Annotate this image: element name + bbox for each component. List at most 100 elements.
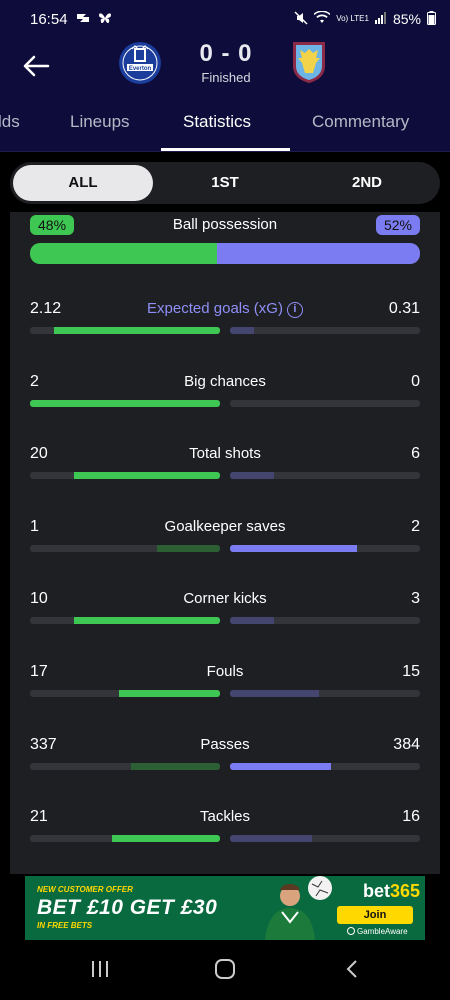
- period-second-half[interactable]: 2ND: [297, 165, 437, 201]
- network-type: Vo) LTE1: [336, 14, 369, 23]
- match-header: Everton 0 - 0 Finished: [0, 38, 450, 100]
- stats-panel: 48% Ball possession 52% 2.12 Expected goa…: [10, 212, 440, 874]
- ad-brand-logo: bet365: [363, 881, 420, 902]
- stat-bar-home: [30, 835, 220, 842]
- ad-brand-text: bet: [363, 881, 390, 901]
- stat-bar-home-fill: [119, 690, 220, 697]
- stat-bar-away-fill: [230, 545, 357, 552]
- stat-label: Tackles: [30, 808, 420, 825]
- tab-lineups[interactable]: Lineups: [70, 112, 130, 132]
- stat-bar-home: [30, 763, 220, 770]
- stat-row: 1 Goalkeeper saves 2: [30, 518, 420, 558]
- stat-label-text: Expected goals (xG): [147, 300, 283, 317]
- stat-away-value: 0.31: [388, 300, 420, 317]
- status-time: 16:54: [30, 10, 68, 28]
- stat-bar-home-fill: [156, 545, 220, 552]
- stat-label: Corner kicks: [30, 590, 420, 607]
- stat-away-value: 0: [411, 373, 420, 390]
- stat-bar-home: [30, 472, 220, 479]
- back-nav-button[interactable]: [332, 954, 372, 984]
- away-team-crest[interactable]: [289, 40, 333, 86]
- possession-bar-home: [30, 243, 218, 264]
- stat-bar-away-fill: [230, 763, 332, 770]
- battery-level: 85%: [392, 11, 421, 27]
- stat-away-value: 6: [411, 445, 420, 462]
- stat-bar-away-fill: [230, 835, 313, 842]
- home-button[interactable]: [205, 954, 245, 984]
- stat-bar-away: [230, 835, 420, 842]
- stat-bar-home: [30, 400, 220, 407]
- stat-row: 2.12 Expected goals (xG) i 0.31: [30, 300, 420, 340]
- stat-away-value: 2: [411, 518, 420, 535]
- butterfly-icon: [98, 12, 112, 27]
- stat-bar-home-fill: [112, 835, 220, 842]
- stat-label: Total shots: [30, 445, 420, 462]
- period-all[interactable]: ALL: [13, 165, 153, 201]
- stat-bar-home-fill: [131, 763, 220, 770]
- possession-row: 48% Ball possession 52%: [30, 214, 420, 236]
- stat-label-text: Goalkeeper saves: [164, 518, 286, 535]
- stat-row: 20 Total shots 6: [30, 445, 420, 485]
- stat-row: 337 Passes 384: [30, 736, 420, 776]
- ad-subline: IN FREE BETS: [37, 921, 93, 930]
- possession-away: 52%: [375, 215, 420, 235]
- stat-label: Passes: [30, 736, 420, 753]
- statistics-section: ALL 1ST 2ND 48% Ball possession 52% 2.12…: [0, 152, 450, 874]
- possession-bar-away: [217, 243, 420, 264]
- home-team-crest[interactable]: Everton: [118, 40, 162, 86]
- stat-bar-home: [30, 617, 220, 624]
- mute-icon: [294, 10, 308, 28]
- stat-row: 17 Fouls 15: [30, 663, 420, 703]
- ad-join-button[interactable]: Join: [337, 906, 413, 924]
- stat-row: 21 Tackles 16: [30, 808, 420, 848]
- period-first-half[interactable]: 1ST: [155, 165, 295, 201]
- stat-bar-home: [30, 690, 220, 697]
- tab-fields[interactable]: lds: [0, 112, 20, 132]
- stat-away-value: 3: [411, 590, 420, 607]
- match-status: Finished: [201, 70, 251, 85]
- stat-label-text: Big chances: [184, 373, 266, 390]
- stat-row: 10 Corner kicks 3: [30, 590, 420, 630]
- period-selector: ALL 1ST 2ND: [10, 162, 440, 204]
- battery-icon: [427, 10, 436, 28]
- stat-bar-away: [230, 617, 420, 624]
- score: 0 - 0: [199, 40, 253, 67]
- wifi-icon: [313, 10, 331, 27]
- arrow-left-icon: [23, 55, 50, 77]
- stat-bar-away: [230, 545, 420, 552]
- stat-bar-away-fill: [230, 327, 255, 334]
- stat-row: 2 Big chances 0: [30, 373, 420, 413]
- back-button[interactable]: [16, 46, 56, 86]
- home-icon: [215, 959, 235, 979]
- stat-bar-away: [230, 472, 420, 479]
- possession-label: Ball possession: [172, 216, 278, 233]
- tab-commentary[interactable]: Commentary: [312, 112, 409, 132]
- stat-label-text: Corner kicks: [183, 590, 267, 607]
- stat-label-text: Tackles: [199, 808, 251, 825]
- stat-bar-home-fill: [54, 327, 220, 334]
- info-icon[interactable]: i: [286, 302, 303, 318]
- stat-bar-home-fill: [73, 617, 220, 624]
- stat-label[interactable]: Expected goals (xG) i: [30, 300, 420, 318]
- stat-label-text: Fouls: [206, 663, 244, 680]
- stat-bar-home-fill: [30, 400, 220, 407]
- signal-icon: [374, 11, 387, 27]
- stat-away-value: 384: [393, 736, 420, 753]
- status-bar: 16:54 Vo) LTE1 85%: [0, 0, 450, 38]
- stat-label: Goalkeeper saves: [30, 518, 420, 535]
- tab-bar: lds Lineups Statistics Commentary: [0, 100, 450, 152]
- stat-bar-home: [30, 545, 220, 552]
- stat-bar-away: [230, 327, 420, 334]
- tab-statistics[interactable]: Statistics: [183, 112, 251, 132]
- stat-label-text: Passes: [200, 736, 250, 753]
- system-nav-bar: [0, 940, 450, 1000]
- advertisement-banner[interactable]: NEW CUSTOMER OFFER BET £10 GET £30 IN FR…: [25, 876, 425, 940]
- app-notification-icon: [76, 12, 90, 27]
- ad-player-image: [265, 876, 332, 940]
- stat-bar-home: [30, 327, 220, 334]
- gamble-aware-text: GambleAware: [357, 927, 408, 936]
- recent-apps-button[interactable]: [80, 954, 120, 984]
- stat-bar-away: [230, 763, 420, 770]
- stat-away-value: 16: [402, 808, 420, 825]
- gamble-aware-icon: [347, 927, 355, 935]
